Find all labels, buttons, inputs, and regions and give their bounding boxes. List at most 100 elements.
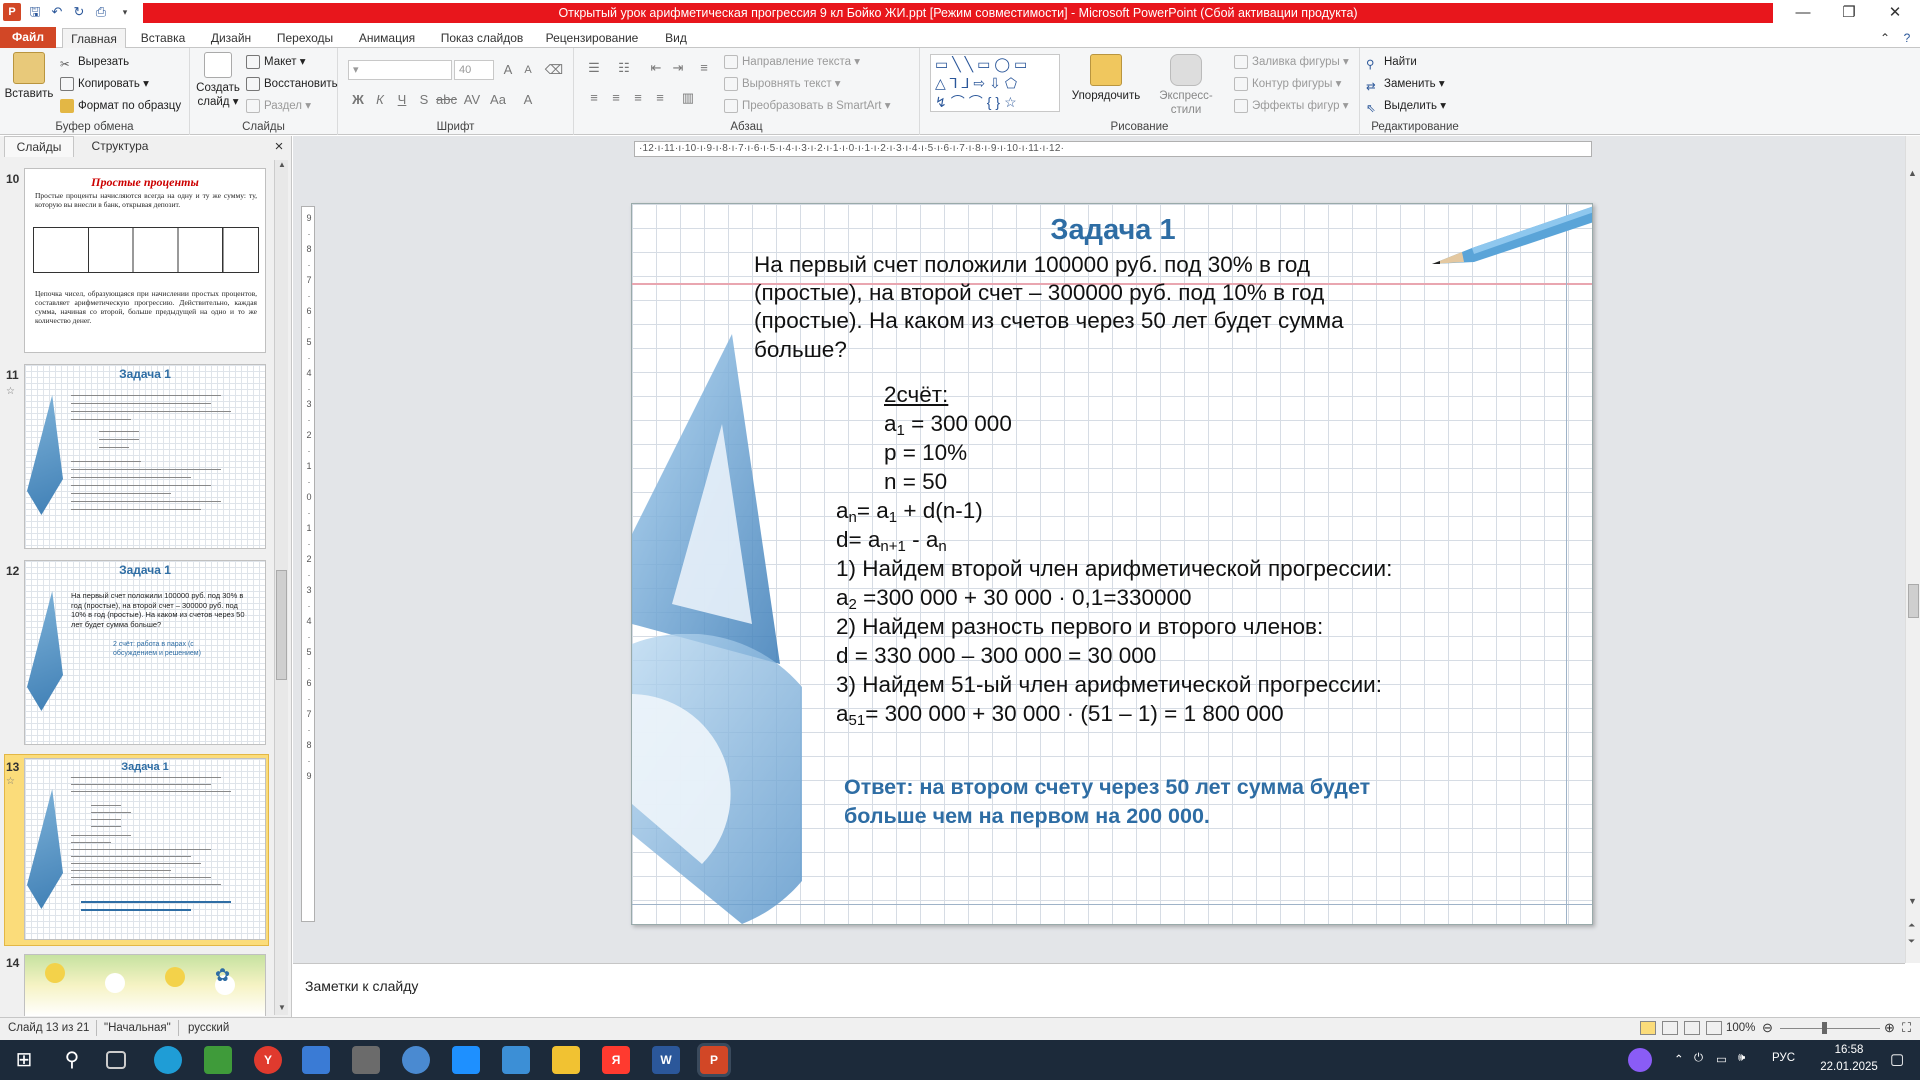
network-icon[interactable]: ▭ — [1716, 1052, 1727, 1066]
shadow-icon[interactable]: S — [414, 90, 434, 110]
font-size-select[interactable]: 40 — [454, 60, 494, 80]
panel-scroll-thumb[interactable] — [276, 570, 287, 680]
quick-styles-button[interactable]: Экспресс-стили — [1146, 54, 1226, 117]
indent-icon[interactable]: ⇥ — [668, 58, 688, 78]
spacing-icon[interactable]: AV — [462, 90, 482, 110]
select-button[interactable]: ⇖ Выделить ▾ — [1366, 96, 1446, 116]
minimize-ribbon-icon[interactable]: ⌃ — [1876, 28, 1894, 48]
volume-icon[interactable]: 🕪 — [1738, 1052, 1745, 1065]
close-button[interactable]: ✕ — [1872, 0, 1918, 26]
justify-icon[interactable]: ≡ — [650, 88, 670, 108]
align-center-icon[interactable]: ≡ — [606, 88, 626, 108]
scroll-up-icon[interactable]: ▲ — [277, 160, 287, 172]
print-icon[interactable]: ⎙ — [92, 3, 110, 21]
paint-icon[interactable] — [402, 1046, 430, 1074]
shape-outline-button[interactable]: Контур фигуры ▾ — [1234, 74, 1341, 94]
text-direction-button[interactable]: Направление текста ▾ — [724, 52, 860, 72]
zoom-slider[interactable] — [1780, 1028, 1880, 1029]
yandex-browser-icon[interactable]: Y — [254, 1046, 282, 1074]
yandex-icon[interactable]: Я — [602, 1046, 630, 1074]
search-icon[interactable]: ⚲ — [58, 1046, 86, 1074]
horizontal-ruler[interactable]: ·12·ı·11·ı·10·ı·9·ı·8·ı·7·ı·6·ı·5·ı·4·ı·… — [634, 141, 1592, 157]
panel-scrollbar[interactable]: ▲ ▼ — [274, 160, 288, 1015]
align-right-icon[interactable]: ≡ — [628, 88, 648, 108]
copy-button[interactable]: Копировать ▾ — [60, 74, 149, 94]
tab-transitions[interactable]: Переходы — [270, 28, 340, 48]
notifications-icon[interactable]: ▢ — [1890, 1050, 1904, 1068]
reset-button[interactable]: Восстановить — [246, 74, 338, 94]
cut-button[interactable]: ✂ Вырезать — [60, 52, 129, 72]
tab-animation[interactable]: Анимация — [350, 28, 424, 48]
tab-outline[interactable]: Структура — [80, 136, 160, 157]
slideshow-view-icon[interactable] — [1706, 1021, 1722, 1035]
slide-sorter-icon[interactable] — [1662, 1021, 1678, 1035]
excel-icon[interactable] — [204, 1046, 232, 1074]
shapes-gallery[interactable]: ▭╲╲▭◯▭ △⅂⅃⇨⇩⬠ ↯⌒⌒{}☆ — [930, 54, 1060, 112]
powerpoint-icon[interactable]: P — [3, 3, 21, 21]
outdent-icon[interactable]: ⇤ — [646, 58, 666, 78]
workspace-scrollbar[interactable]: ▲ ▼ ⏶ ⏷ — [1905, 136, 1920, 963]
clock-date[interactable]: 22.01.2025 — [1818, 1061, 1880, 1073]
minimize-button[interactable]: — — [1780, 0, 1826, 26]
save-icon[interactable]: 🖫 — [26, 3, 44, 21]
tab-design[interactable]: Дизайн — [201, 28, 261, 48]
bold-icon[interactable]: Ж — [348, 90, 368, 110]
language-indicator[interactable]: русский — [188, 1022, 229, 1034]
tab-view[interactable]: Вид — [656, 28, 696, 48]
grow-font-icon[interactable]: A — [498, 60, 518, 80]
tab-home[interactable]: Главная — [62, 28, 126, 49]
columns-icon[interactable]: ▥ — [678, 88, 698, 108]
keyboard-language[interactable]: РУС — [1772, 1052, 1795, 1064]
slide-thumbnail-14[interactable]: ✿ — [24, 954, 266, 1016]
word-icon[interactable]: W — [652, 1046, 680, 1074]
powerpoint-taskbar-icon[interactable]: P — [700, 1046, 728, 1074]
explorer-icon[interactable] — [552, 1046, 580, 1074]
smartart-button[interactable]: Преобразовать в SmartArt ▾ — [724, 96, 890, 116]
zoom-out-icon[interactable]: ⊖ — [1762, 1020, 1773, 1036]
tab-slideshow[interactable]: Показ слайдов — [436, 28, 528, 48]
next-slide-icon[interactable]: ⏷ — [1908, 936, 1915, 947]
strikethrough-icon[interactable]: abc — [436, 90, 457, 110]
line-spacing-icon[interactable]: ≡ — [694, 58, 714, 78]
edge-icon[interactable] — [154, 1046, 182, 1074]
new-slide-button[interactable]: Создать слайд ▾ — [194, 52, 242, 109]
notes-placeholder[interactable]: Заметки к слайду — [305, 978, 418, 994]
clock-time[interactable]: 16:58 — [1818, 1044, 1880, 1056]
normal-view-icon[interactable] — [1640, 1021, 1656, 1035]
help-icon[interactable]: ? — [1898, 28, 1916, 48]
undo-icon[interactable]: ↶ — [48, 3, 66, 21]
redo-icon[interactable]: ↻ — [70, 3, 88, 21]
shape-effects-button[interactable]: Эффекты фигур ▾ — [1234, 96, 1349, 116]
slide-thumbnail-11[interactable]: Задача 1 — [24, 364, 266, 549]
close-panel-icon[interactable]: × — [270, 136, 288, 157]
theme-name[interactable]: "Начальная" — [104, 1022, 171, 1034]
slide-thumbnail-10[interactable]: Простые проценты Простые проценты начисл… — [24, 168, 266, 353]
fit-to-window-icon[interactable]: ⛶ — [1902, 1020, 1911, 1036]
reading-view-icon[interactable] — [1684, 1021, 1700, 1035]
media-icon[interactable] — [352, 1046, 380, 1074]
align-left-icon[interactable]: ≡ — [584, 88, 604, 108]
tab-review[interactable]: Рецензирование — [540, 28, 644, 48]
scroll-up-icon[interactable]: ▲ — [1908, 168, 1917, 178]
scroll-thumb[interactable] — [1908, 584, 1919, 618]
layout-button[interactable]: Макет ▾ — [246, 52, 306, 72]
slide-canvas[interactable]: Задача 1 На первый счет положили 100000 … — [631, 203, 1593, 925]
section-button[interactable]: Раздел ▾ — [246, 96, 311, 116]
scroll-down-icon[interactable]: ▼ — [1908, 896, 1917, 906]
tray-icon[interactable]: ⏻ — [1694, 1052, 1703, 1065]
task-view-icon[interactable] — [106, 1051, 126, 1069]
format-painter-button[interactable]: Формат по образцу — [60, 96, 181, 116]
numbering-icon[interactable]: ☷ — [614, 58, 634, 78]
restore-button[interactable]: ❐ — [1826, 0, 1872, 26]
notepad-icon[interactable] — [502, 1046, 530, 1074]
scroll-down-icon[interactable]: ▼ — [277, 1003, 287, 1015]
slide-thumbnail-13[interactable]: Задача 1 — [24, 758, 266, 940]
mail-icon[interactable] — [452, 1046, 480, 1074]
bullets-icon[interactable]: ☰ — [584, 58, 604, 78]
slide-thumbnail-12[interactable]: Задача 1 На первый счет положили 100000 … — [24, 560, 266, 745]
font-family-select[interactable]: ▾ — [348, 60, 452, 80]
assistant-icon[interactable] — [1628, 1048, 1652, 1072]
tab-slides[interactable]: Слайды — [4, 136, 74, 157]
tab-insert[interactable]: Вставка — [133, 28, 193, 48]
case-icon[interactable]: Aa — [488, 90, 508, 110]
